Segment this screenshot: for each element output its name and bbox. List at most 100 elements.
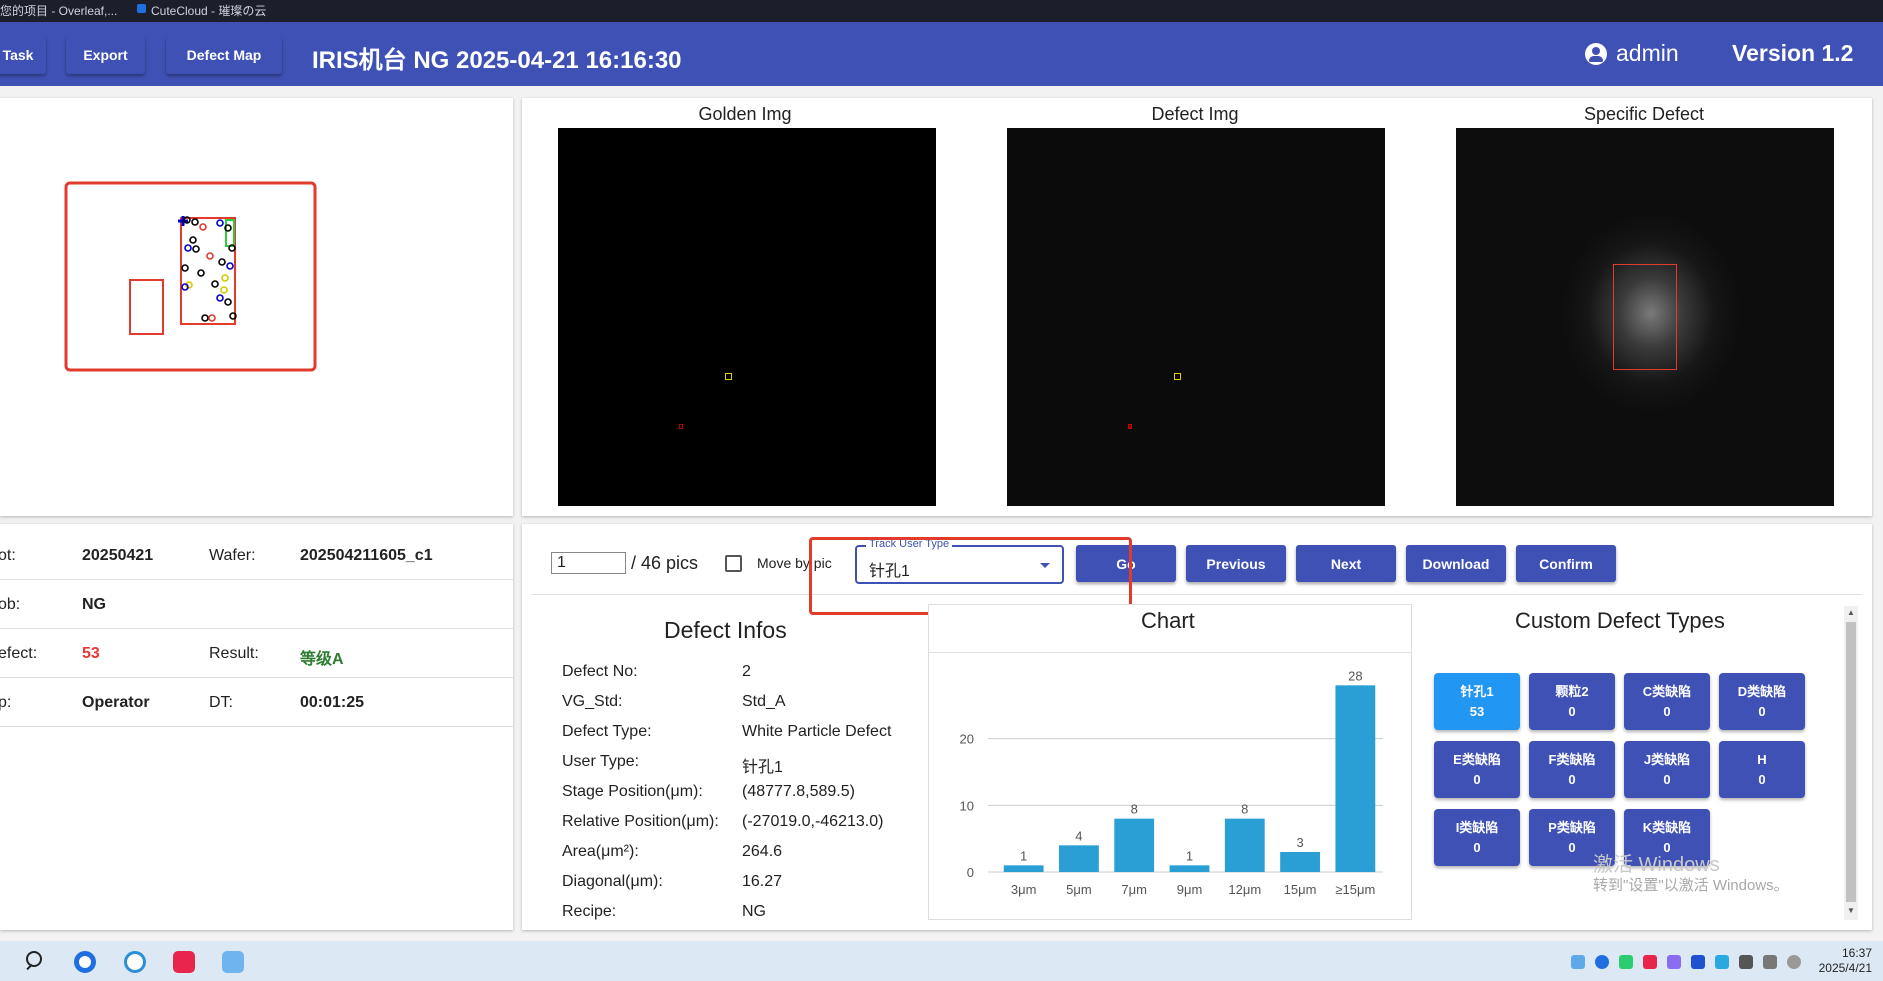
defect-count-value: 53 <box>82 645 100 662</box>
data-label: 3 <box>1296 835 1303 850</box>
operator-value: Operator <box>82 694 150 711</box>
defect-info-value: NG <box>742 903 766 920</box>
defect-type-button[interactable]: I类缺陷 0 <box>1434 809 1520 866</box>
defect-type-count: 0 <box>1758 703 1766 719</box>
browser-tab-strip: 您的项目 - Overleaf,... CuteCloud - 璀璨の云 <box>0 0 1883 22</box>
defect-info-key: VG_Std: <box>562 693 623 710</box>
defect-type-button[interactable]: 颗粒2 0 <box>1529 673 1615 730</box>
golden-image[interactable] <box>558 128 936 506</box>
custom-defect-types-title: Custom Defect Types <box>1515 608 1725 633</box>
defect-info-value: 16.27 <box>742 873 783 890</box>
defect-type-name: F类缺陷 <box>1548 751 1596 767</box>
tray-green-icon[interactable] <box>1619 955 1633 969</box>
windows-activation-watermark: 激活 Windows <box>1593 854 1720 876</box>
y-tick-label: 10 <box>960 798 974 813</box>
tray-lightblue-icon[interactable] <box>1715 955 1729 969</box>
browser-app-icon[interactable] <box>74 951 96 973</box>
defect-type-button[interactable]: C类缺陷 0 <box>1624 673 1710 730</box>
clock-date: 2025/4/21 <box>1818 961 1872 975</box>
ime-icon[interactable] <box>1787 955 1801 969</box>
wafer-value: 202504211605_c1 <box>300 547 433 564</box>
defect-type-name: K类缺陷 <box>1642 819 1692 835</box>
tray-blue-icon[interactable] <box>1691 955 1705 969</box>
wafer-map[interactable] <box>60 178 322 378</box>
defect-type-name: C类缺陷 <box>1642 683 1692 699</box>
defect-size-chart: 0 10 20 1 3μm 4 5μm 8 7μm 1 9μm 8 12μm 3 15μm 28 ≥15μm <box>960 668 1383 897</box>
browser-tab-overleaf[interactable]: 您的项目 - Overleaf,... <box>0 2 117 19</box>
defect-type-button[interactable]: J类缺陷 0 <box>1624 741 1710 798</box>
dt-value: 00:01:25 <box>300 694 365 711</box>
media-app-icon[interactable] <box>173 951 195 973</box>
defect-type-count: 0 <box>1473 839 1481 855</box>
y-tick-label: 20 <box>960 732 974 747</box>
data-label: 8 <box>1131 802 1138 817</box>
specific-defect-image[interactable] <box>1456 128 1834 506</box>
defect-image[interactable] <box>1007 128 1385 506</box>
chart-bar <box>1003 865 1044 872</box>
windows-activation-hint: 转到"设置"以激活 Windows。 <box>1593 877 1789 894</box>
defect-info-key: Stage Position(μm): <box>562 783 703 800</box>
defect-type-button[interactable]: D类缺陷 0 <box>1719 673 1805 730</box>
task-button[interactable]: Task <box>0 36 46 74</box>
cloud-icon <box>137 4 146 13</box>
info-row-lot: ot: 20250421 Wafer: 202504211605_c1 <box>0 531 513 580</box>
next-button[interactable]: Next <box>1296 545 1396 582</box>
defect-label: efect: <box>0 645 38 662</box>
chart-bar <box>1169 865 1210 872</box>
tray-browser-icon[interactable] <box>1595 955 1609 969</box>
search-icon[interactable] <box>26 951 42 967</box>
defect-info-value: (48777.8,589.5) <box>742 783 855 800</box>
volume-icon[interactable] <box>1763 955 1777 969</box>
download-button[interactable]: Download <box>1406 545 1506 582</box>
defect-type-count: 53 <box>1469 703 1485 719</box>
y-tick-label: 0 <box>967 865 974 880</box>
data-label: 1 <box>1186 848 1193 863</box>
defect-info-key: Area(μm²): <box>562 843 639 860</box>
scroll-up-icon[interactable]: ▲ <box>1847 608 1855 617</box>
defect-type-button[interactable]: F类缺陷 0 <box>1529 741 1615 798</box>
confirm-button[interactable]: Confirm <box>1516 545 1616 582</box>
user-name[interactable]: admin <box>1616 40 1679 67</box>
x-tick-label: 7μm <box>1121 882 1147 897</box>
defect-img-title: Defect Img <box>1151 104 1239 124</box>
previous-button[interactable]: Previous <box>1186 545 1286 582</box>
scroll-down-icon[interactable]: ▼ <box>1847 906 1855 915</box>
browser-tab-cutecloud[interactable]: CuteCloud - 璀璨の云 <box>151 2 266 19</box>
info-row-operator: p: Operator DT: 00:01:25 <box>0 678 513 727</box>
defect-info-value: (-27019.0,-46213.0) <box>742 813 884 830</box>
x-tick-label: ≥15μm <box>1335 882 1375 897</box>
specific-defect-title: Specific Defect <box>1583 104 1705 124</box>
defect-type-button[interactable]: H0 <box>1719 741 1805 798</box>
defect-map-button[interactable]: Defect Map <box>166 36 282 74</box>
defect-type-button[interactable]: E类缺陷 0 <box>1434 741 1520 798</box>
x-tick-label: 9μm <box>1177 882 1203 897</box>
lot-label: ot: <box>0 547 16 564</box>
export-button[interactable]: Export <box>66 36 145 74</box>
chart-title: Chart <box>1141 608 1195 633</box>
defect-type-count: 0 <box>1568 703 1576 719</box>
defect-type-name: J类缺陷 <box>1643 751 1691 767</box>
defect-type-name: 颗粒2 <box>1555 683 1589 699</box>
cloud-app-icon[interactable] <box>124 951 146 973</box>
defect-info-value: Std_A <box>742 693 786 710</box>
defect-type-button[interactable]: 针孔1 53 <box>1434 673 1520 730</box>
dt-label: DT: <box>209 694 233 711</box>
tray-red-icon[interactable] <box>1643 955 1657 969</box>
network-icon[interactable] <box>1739 955 1753 969</box>
defect-type-count: 0 <box>1568 771 1576 787</box>
tray-purple-icon[interactable] <box>1667 955 1681 969</box>
defect-info-value: 2 <box>742 663 751 680</box>
scrollbar-thumb[interactable] <box>1846 622 1856 902</box>
account-icon[interactable] <box>1585 43 1607 65</box>
chat-app-icon[interactable] <box>222 951 244 973</box>
info-row-job: ob: NG <box>0 580 513 629</box>
wafer-outline <box>64 181 317 372</box>
chart-bar <box>1059 845 1099 872</box>
move-by-pic-checkbox[interactable] <box>725 555 742 572</box>
taskbar-clock[interactable]: 16:37 2025/4/21 <box>1810 946 1872 976</box>
page-number-input[interactable]: 1 <box>551 552 626 574</box>
x-tick-label: 5μm <box>1066 882 1092 897</box>
die-region-empty <box>129 279 164 335</box>
tray-cloud-icon[interactable] <box>1571 955 1585 969</box>
defect-info-key: Defect No: <box>562 663 638 680</box>
